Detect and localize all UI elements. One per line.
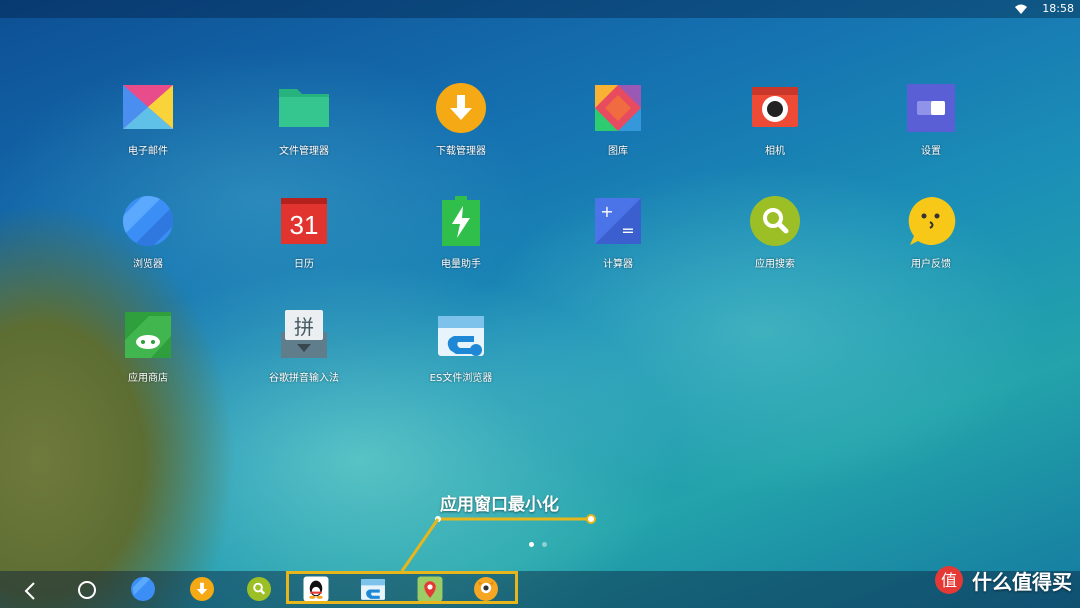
page-dot[interactable] [542,542,547,547]
download-icon[interactable] [190,577,214,601]
page-dot-active[interactable] [529,542,534,547]
browser-icon[interactable] [131,577,155,601]
svg-text:值: 值 [941,571,957,590]
page-indicator [529,532,555,551]
watermark-badge-icon: 值 [935,566,963,594]
home-icon[interactable] [77,580,97,600]
taskbar [0,571,1080,608]
minimized-apps-highlight [286,571,518,604]
back-icon[interactable] [20,581,40,601]
watermark: 值 什么值得买 [934,566,1072,594]
annotation-callout [400,514,596,572]
watermark-text: 什么值得买 [972,569,1072,594]
search-icon[interactable] [247,577,271,601]
